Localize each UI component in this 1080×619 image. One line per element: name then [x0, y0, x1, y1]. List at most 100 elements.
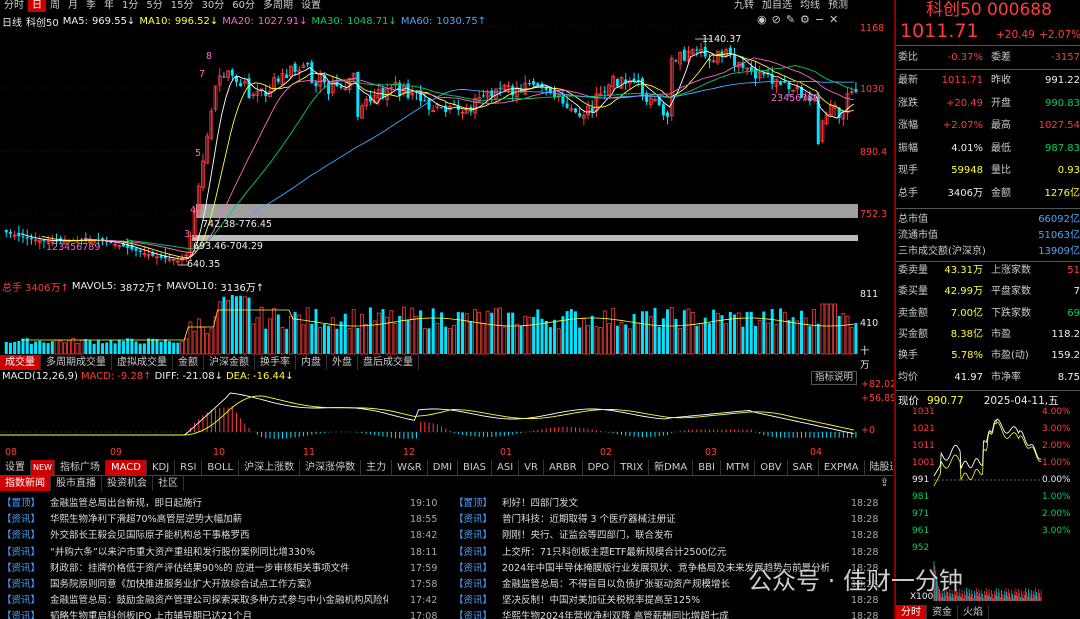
- intraday-tab[interactable]: 分时: [896, 605, 927, 619]
- indicator-tab[interactable]: RSI: [175, 460, 203, 475]
- eye-icon[interactable]: ◉: [757, 13, 772, 26]
- stat-label: 均价: [898, 371, 918, 383]
- close-icon[interactable]: ✕: [829, 13, 843, 26]
- toolbar-button[interactable]: 均线: [796, 0, 824, 12]
- news-item[interactable]: 【置顶】 利好！四部门发文 18:28: [454, 496, 891, 512]
- news-tab[interactable]: 指数新闻: [0, 476, 51, 491]
- candle-body: [4, 229, 8, 233]
- news-item[interactable]: 【资讯】 外交部长王毅会见国际原子能机构总干事格罗西 18:42: [2, 528, 450, 544]
- indicator-tab[interactable]: 沪深上涨数: [239, 460, 301, 475]
- volume-bar: [427, 328, 431, 354]
- indicator-tab[interactable]: 主力: [361, 460, 393, 475]
- toolbar-button[interactable]: 预测: [824, 0, 852, 12]
- indicator-explain-button[interactable]: 指标说明: [811, 371, 858, 385]
- period-tab[interactable]: 月: [64, 0, 82, 12]
- settings-icon[interactable]: ⚙: [800, 13, 815, 26]
- minimize-icon[interactable]: −: [815, 13, 829, 26]
- volume-tab[interactable]: 多周期成交量: [41, 355, 112, 370]
- indicator-tab[interactable]: DPO: [583, 460, 616, 475]
- period-tab[interactable]: 设置: [297, 0, 325, 12]
- upload-icon[interactable]: ⇪: [880, 476, 889, 489]
- kline-chart[interactable]: [0, 26, 895, 276]
- candle-body: [674, 60, 678, 62]
- stat-value: 990.83: [1045, 97, 1080, 109]
- indicator-tab[interactable]: BIAS: [458, 460, 493, 475]
- news-item[interactable]: 【资讯】 华熙生物2024年营收净利双降 高管薪酬同比增超七成 18:28: [454, 609, 891, 619]
- news-item[interactable]: 【资讯】 “并购六条”以来沪市重大资产重组和发行股份案例同比增330% 18:11: [2, 545, 450, 561]
- volume-bar: [301, 324, 306, 355]
- macd-tick: +0: [861, 425, 876, 436]
- indicator-tab[interactable]: 沪深涨停数: [300, 460, 362, 475]
- volume-tab[interactable]: 内盘: [296, 355, 327, 370]
- period-tab[interactable]: 多周期: [259, 0, 297, 12]
- news-item[interactable]: 【资讯】 金融监管总局：鼓励金融资产管理公司探索采取多种方式参与中小金融机构风险化…: [2, 593, 450, 609]
- period-tab[interactable]: 1分: [118, 0, 142, 12]
- volume-bar: [712, 309, 716, 354]
- news-tab[interactable]: 投资机会: [102, 476, 153, 491]
- volume-bar: [121, 341, 125, 354]
- period-tab[interactable]: 日: [28, 0, 46, 12]
- indicator-tab[interactable]: VR: [519, 460, 544, 475]
- intraday-tab[interactable]: 资金: [927, 605, 958, 619]
- indicator-tab[interactable]: TRIX: [615, 460, 650, 475]
- indicator-tab[interactable]: SAR: [788, 460, 819, 475]
- volume-tab[interactable]: 沪深金额: [204, 355, 255, 370]
- volume-tab[interactable]: 盘后成交量: [358, 355, 419, 370]
- volume-tab[interactable]: 金额: [173, 355, 204, 370]
- intraday-tab[interactable]: 火焰: [958, 605, 989, 619]
- news-item[interactable]: 【资讯】 国务院原则同意《加快推进服务业扩大开放综合试点工作方案》 17:58: [2, 577, 450, 593]
- news-time: 18:28: [851, 498, 879, 509]
- candle-body: [661, 104, 665, 116]
- period-tab[interactable]: 季: [82, 0, 100, 12]
- news-item[interactable]: 【资讯】 普门科技：近期取得 3 个医疗器械注册证 18:28: [454, 512, 891, 528]
- macd-chart[interactable]: [0, 384, 858, 446]
- indicator-tab[interactable]: MTM: [721, 460, 756, 475]
- indicator-tab[interactable]: KDJ: [147, 460, 176, 475]
- indicator-tab[interactable]: ARBR: [544, 460, 583, 475]
- period-tab[interactable]: 15分: [167, 0, 198, 12]
- period-tab[interactable]: 5分: [142, 0, 166, 12]
- news-tab[interactable]: 股市直播: [51, 476, 102, 491]
- period-tab[interactable]: 年: [100, 0, 118, 12]
- news-title: 华熙生物2024年营收净利双降 高管薪酬同比增超七成: [502, 611, 729, 619]
- news-time: 19:10: [410, 498, 438, 509]
- hide-icon[interactable]: ⊘: [772, 13, 786, 26]
- indicator-tab[interactable]: 陆股通: [865, 460, 893, 475]
- indicator-tab[interactable]: OBV: [755, 460, 788, 475]
- volume-bar: [498, 307, 503, 355]
- volume-tab[interactable]: 外盘: [327, 355, 358, 370]
- indicator-tab[interactable]: ASI: [492, 460, 520, 475]
- indicator-tab[interactable]: BBI: [693, 460, 721, 475]
- period-tab[interactable]: 60分: [228, 0, 259, 12]
- indicator-tab[interactable]: MACD: [105, 460, 147, 475]
- news-item[interactable]: 【资讯】 华熙生物净利下滑超70%高管层逆势大幅加薪 18:55: [2, 512, 450, 528]
- news-item[interactable]: 【资讯】 刚刚！央行、证监会等四部门，联合发布 18:28: [454, 528, 891, 544]
- news-title: 金融监管总局出台新规，即日起施行: [50, 498, 203, 509]
- volume-bar: [578, 327, 582, 354]
- indicator-tab[interactable]: EXPMA: [819, 460, 865, 475]
- news-item[interactable]: 【资讯】 韬略生物重启科创板IPO 上市辅导期已达21个月 17:08: [2, 609, 450, 619]
- toolbar-button[interactable]: 加自选: [758, 0, 796, 12]
- news-item[interactable]: 【资讯】 财政部：挂牌价格低于资产评估结果90%的 应进一步审核相关事项文件 17:…: [2, 561, 450, 577]
- volume-tab[interactable]: 成交量: [0, 355, 41, 370]
- volume-chart[interactable]: [0, 292, 858, 356]
- period-tab[interactable]: 周: [46, 0, 64, 12]
- indicator-tab[interactable]: 设置: [0, 460, 31, 475]
- indicator-tab[interactable]: DMI: [428, 460, 459, 475]
- news-tab[interactable]: 社区: [153, 476, 184, 491]
- stat-label: 现手: [898, 165, 918, 176]
- news-item[interactable]: 【置顶】 金融监管总局出台新规，即日起施行 19:10: [2, 496, 450, 512]
- indicator-tab[interactable]: 新DMA: [649, 460, 694, 475]
- indicator-tab[interactable]: W&R: [392, 460, 428, 475]
- volume-tab[interactable]: 换手率: [255, 355, 296, 370]
- volume-tab[interactable]: 虚拟成交量: [112, 355, 173, 370]
- draw-icon[interactable]: ✎: [786, 13, 800, 26]
- period-tab[interactable]: 30分: [197, 0, 228, 12]
- indicator-tab[interactable]: NEW: [31, 460, 55, 475]
- period-tab[interactable]: 分时: [0, 0, 28, 12]
- toolbar-button[interactable]: 九转: [730, 0, 758, 12]
- news-item[interactable]: 【资讯】 上交所：71只科创板主题ETF最新规模合计2500亿元 18:28: [454, 545, 891, 561]
- indicator-tab[interactable]: BOLL: [202, 460, 240, 475]
- indicator-tab[interactable]: 指标广场: [55, 460, 106, 475]
- volume-bar: [845, 315, 850, 355]
